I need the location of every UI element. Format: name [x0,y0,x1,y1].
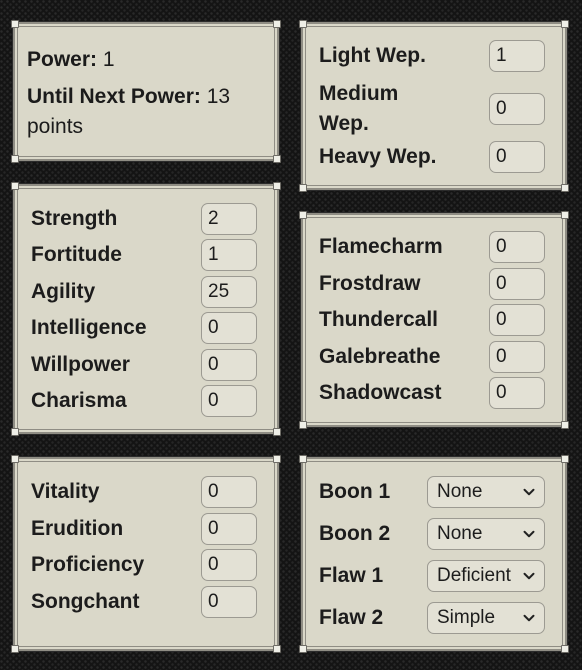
charisma-input[interactable] [201,385,257,417]
weapon-label: Heavy Wep. [319,145,437,169]
skill-label: Songchant [31,590,140,614]
attribute-label: Charisma [31,389,127,413]
skill-row-songchant: Songchant [31,586,257,618]
songchant-input[interactable] [201,586,257,618]
proficiency-input[interactable] [201,549,257,581]
frostdraw-input[interactable] [489,268,545,300]
traits-panel: Boon 1 None Boon 2 None Flaw 1 Deficient… [299,455,569,653]
attribute-row-fortitude: Fortitude [31,239,257,271]
attribute-label: Strength [31,207,118,231]
weapon-label: Medium Wep. [319,82,399,135]
skill-row-proficiency: Proficiency [31,549,257,581]
chevron-down-icon [523,488,535,496]
boon-2-row: Boon 2 None [319,518,545,550]
intelligence-input[interactable] [201,312,257,344]
fortitude-input[interactable] [201,239,257,271]
attribute-row-charisma: Charisma [31,385,257,417]
magic-label: Shadowcast [319,381,442,405]
chevron-down-icon [523,572,535,580]
magic-label: Flamecharm [319,235,443,259]
trait-label: Boon 1 [319,480,391,504]
weapon-label: Light Wep. [319,44,426,68]
chevron-down-icon [523,530,535,538]
thundercall-input[interactable] [489,304,545,336]
willpower-input[interactable] [201,349,257,381]
power-line: Power: 1 [27,45,261,75]
weapon-row-medium: Medium Wep. [319,79,545,139]
light-weapon-input[interactable] [489,40,545,72]
flamecharm-input[interactable] [489,231,545,263]
weapon-row-light: Light Wep. [319,40,545,72]
weapon-row-heavy: Heavy Wep. [319,141,545,173]
attribute-row-strength: Strength [31,203,257,235]
skill-row-vitality: Vitality [31,476,257,508]
flaw-2-selected-value: Simple [437,607,496,628]
attribute-label: Agility [31,280,96,304]
galebreathe-input[interactable] [489,341,545,373]
next-power-line: Until Next Power: 13 points [27,82,261,142]
vitality-input[interactable] [201,476,257,508]
attribute-row-agility: Agility [31,276,257,308]
skill-label: Proficiency [31,553,145,577]
attribute-label: Intelligence [31,316,147,340]
boon-1-selected-value: None [437,481,483,502]
flaw-1-selected-value: Deficient [437,565,511,586]
boon-1-select[interactable]: None [427,476,545,508]
boon-2-select[interactable]: None [427,518,545,550]
magic-row-flamecharm: Flamecharm [319,231,545,263]
magic-label: Galebreathe [319,345,441,369]
attribute-label: Willpower [31,353,130,377]
flaw-2-row: Flaw 2 Simple [319,602,545,634]
magic-row-thundercall: Thundercall [319,304,545,336]
heavy-weapon-input[interactable] [489,141,545,173]
power-value: 1 [102,48,115,71]
attribute-row-willpower: Willpower [31,349,257,381]
trait-label: Flaw 1 [319,564,384,588]
magic-row-frostdraw: Frostdraw [319,268,545,300]
magic-row-shadowcast: Shadowcast [319,377,545,409]
skill-label: Erudition [31,517,124,541]
flaw-1-row: Flaw 1 Deficient [319,560,545,592]
skills-panel: Vitality Erudition Proficiency Songchant [11,455,281,653]
attribute-row-intelligence: Intelligence [31,312,257,344]
flaw-2-select[interactable]: Simple [427,602,545,634]
power-label: Power: [27,48,98,71]
attribute-label: Fortitude [31,243,122,267]
trait-label: Boon 2 [319,522,391,546]
power-panel: Power: 1 Until Next Power: 13 points [11,20,281,163]
magic-label: Thundercall [319,308,439,332]
shadowcast-input[interactable] [489,377,545,409]
magic-panel: Flamecharm Frostdraw Thundercall Galebre… [299,211,569,429]
medium-weapon-input[interactable] [489,93,545,125]
strength-input[interactable] [201,203,257,235]
magic-label: Frostdraw [319,272,421,296]
skill-label: Vitality [31,480,100,504]
skill-row-erudition: Erudition [31,513,257,545]
next-power-label: Until Next Power: [27,85,201,108]
weapons-panel: Light Wep. Medium Wep. Heavy Wep. [299,20,569,192]
boon-2-selected-value: None [437,523,483,544]
trait-label: Flaw 2 [319,606,384,630]
attributes-panel: Strength Fortitude Agility Intelligence … [11,182,281,436]
flaw-1-select[interactable]: Deficient [427,560,545,592]
magic-row-galebreathe: Galebreathe [319,341,545,373]
erudition-input[interactable] [201,513,257,545]
boon-1-row: Boon 1 None [319,476,545,508]
chevron-down-icon [523,614,535,622]
agility-input[interactable] [201,276,257,308]
